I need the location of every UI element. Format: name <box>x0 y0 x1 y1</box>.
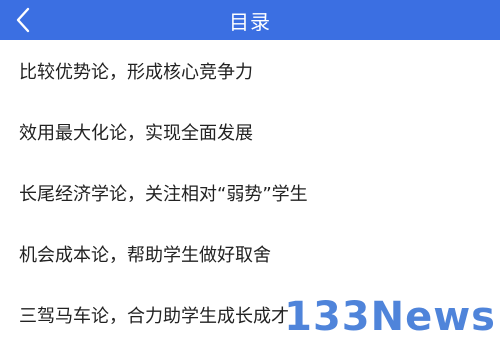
chevron-left-icon <box>16 7 30 33</box>
page-title: 目录 <box>229 9 271 34</box>
header-bar: 目录 <box>0 0 500 40</box>
toc-list: 比较优势论，形成核心竞争力 效用最大化论，实现全面发展 长尾经济学论，关注相对“… <box>0 40 500 345</box>
toc-item[interactable]: 三驾马车论，合力助学生成长成才 <box>0 284 500 345</box>
back-button[interactable] <box>10 4 36 36</box>
toc-item[interactable]: 长尾经济学论，关注相对“弱势”学生 <box>0 162 500 223</box>
toc-item[interactable]: 比较优势论，形成核心竞争力 <box>0 40 500 101</box>
toc-item[interactable]: 效用最大化论，实现全面发展 <box>0 101 500 162</box>
toc-item[interactable]: 机会成本论，帮助学生做好取舍 <box>0 223 500 284</box>
